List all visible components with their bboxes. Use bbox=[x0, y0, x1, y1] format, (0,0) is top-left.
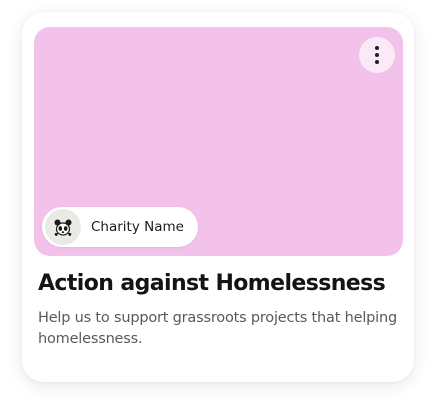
more-vertical-icon-dot bbox=[375, 60, 379, 64]
panda-logo-icon bbox=[45, 209, 81, 245]
charity-badge[interactable]: Charity Name bbox=[42, 207, 198, 247]
campaign-card[interactable]: Charity Name Action against Homelessness… bbox=[22, 12, 414, 382]
more-options-button[interactable] bbox=[359, 37, 395, 73]
charity-name: Charity Name bbox=[91, 219, 184, 235]
campaign-description: Help us to support grassroots projects t… bbox=[38, 310, 397, 347]
panda-logo-glyph bbox=[54, 219, 72, 236]
more-vertical-icon-dot bbox=[375, 46, 379, 50]
campaign-title: Action against Homelessness bbox=[38, 271, 386, 296]
card-image: Charity Name bbox=[34, 27, 403, 256]
more-vertical-icon-dot bbox=[375, 53, 379, 57]
